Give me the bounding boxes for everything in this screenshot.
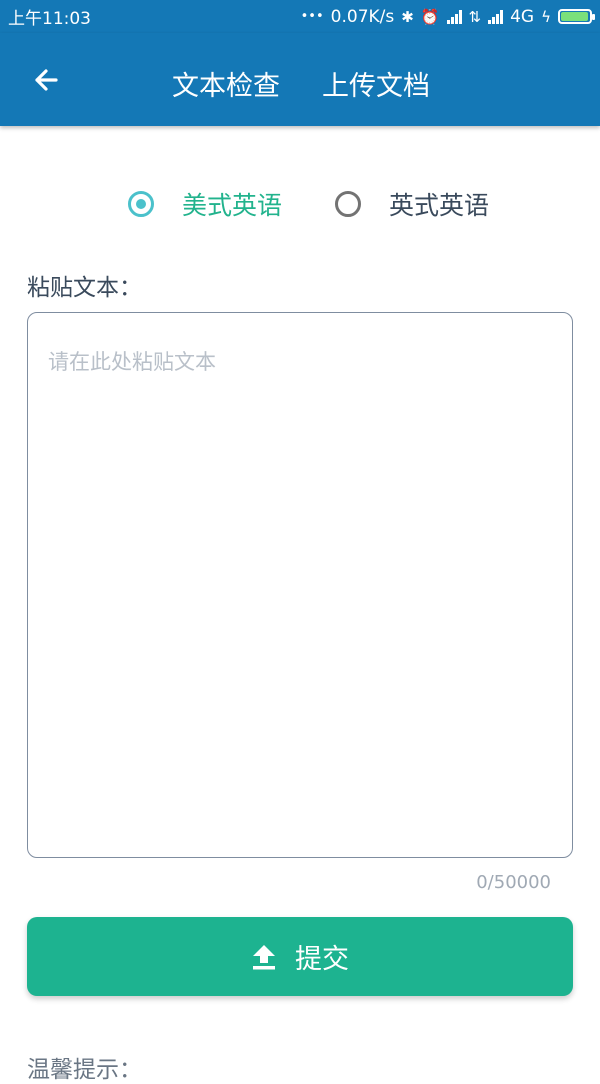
radio-selected-icon[interactable] [128,191,154,217]
status-dots: ••• [300,9,324,24]
network-type: 4G [510,6,535,27]
battery-icon [558,9,595,24]
status-bar: 上午11:03 ••• 0.07K/s ✱ ⏰ ⇅ 4G ϟ [0,0,600,33]
radio-label: 美式英语 [182,191,283,220]
paste-placeholder: 请在此处粘贴文本 [48,350,216,374]
signal-icon [488,9,504,24]
bluetooth-icon: ✱ [401,7,414,26]
language-radio-group: 美式英语 英式英语 [0,186,600,226]
signal-icon [446,9,462,24]
battery-fill [561,12,588,21]
submit-label: 提交 [295,944,349,975]
paste-text-label: 粘贴文本： [27,275,142,301]
charging-icon: ϟ [541,7,551,26]
submit-button[interactable]: 提交 [27,917,573,996]
arrow-left-icon[interactable] [30,63,64,97]
radio-american-english[interactable]: 美式英语 [128,186,282,222]
tip-heading: 温馨提示： [27,1057,142,1083]
radio-unselected-icon[interactable] [335,191,361,217]
app-bar: 文本检查 上传文档 [0,33,600,126]
tab-upload-doc[interactable]: 上传文档 [322,64,430,103]
status-time: 上午11:03 [8,9,91,29]
char-counter: 0/50000 [476,872,551,893]
data-arrows-icon: ⇅ [468,7,482,26]
net-speed: 0.07K/s [330,6,395,27]
status-right: ••• 0.07K/s ✱ ⏰ ⇅ 4G ϟ [300,6,595,27]
radio-label: 英式英语 [389,191,490,220]
upload-icon [253,944,275,969]
paste-text-input[interactable]: 请在此处粘贴文本 [27,312,573,858]
radio-british-english[interactable]: 英式英语 [335,186,489,222]
alarm-icon: ⏰ [420,7,440,26]
tab-text-check[interactable]: 文本检查 [172,64,280,103]
